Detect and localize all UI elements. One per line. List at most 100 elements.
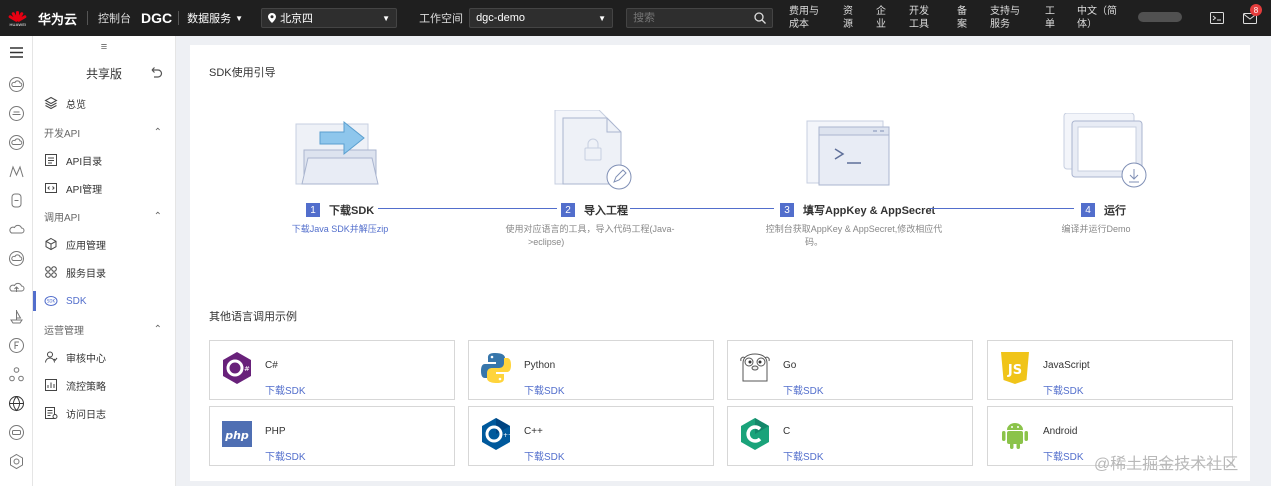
network-icon[interactable] bbox=[8, 366, 25, 383]
logo-text: HUAWEI bbox=[9, 22, 27, 27]
cloud-icon[interactable] bbox=[8, 76, 25, 93]
brand-name[interactable]: 华为云 bbox=[38, 9, 77, 28]
huawei-logo-petals bbox=[8, 9, 27, 23]
menu-tickets[interactable]: 工单 bbox=[1045, 5, 1055, 31]
step-1-download-link[interactable]: 下载Java SDK并解压zip bbox=[260, 223, 420, 236]
cloud-icon[interactable] bbox=[8, 250, 25, 267]
console-link[interactable]: 控制台 bbox=[98, 10, 131, 26]
language-name: JavaScript bbox=[1043, 360, 1090, 371]
sidebar-item-label: API目录 bbox=[66, 156, 103, 168]
hexagon-icon[interactable] bbox=[8, 453, 25, 470]
workspace-select[interactable]: dgc-demo ▼ bbox=[469, 8, 614, 28]
language-name: C++ bbox=[524, 426, 543, 437]
sidebar-item-label: 访问日志 bbox=[66, 409, 106, 421]
download-sdk-link[interactable]: 下载SDK bbox=[783, 448, 824, 463]
product-name[interactable]: DGC bbox=[141, 10, 172, 26]
terminal-icon[interactable] bbox=[1209, 10, 1225, 26]
go-gopher-icon bbox=[740, 353, 770, 382]
cloud-icon[interactable] bbox=[8, 221, 25, 238]
menu-dev-tools[interactable]: 开发 工具 bbox=[909, 5, 929, 31]
step-connector bbox=[378, 208, 557, 209]
sdk-card-cpp[interactable]: ++ C++ 下载SDK bbox=[468, 406, 714, 466]
download-sdk-link[interactable]: 下载SDK bbox=[524, 448, 565, 463]
sidebar-item-label: API管理 bbox=[66, 184, 103, 196]
menu-resources[interactable]: 资源 bbox=[843, 5, 853, 31]
menu-icon[interactable] bbox=[8, 44, 25, 61]
svg-text:JS: JS bbox=[1007, 363, 1022, 378]
sidebar-item-service-catalog[interactable]: 服务目录 bbox=[33, 262, 176, 282]
download-sdk-link[interactable]: 下载SDK bbox=[265, 382, 306, 397]
step-label: 下载SDK bbox=[329, 205, 375, 217]
sidebar-item-app-manage[interactable]: 应用管理 bbox=[33, 234, 176, 254]
user-check-icon bbox=[45, 351, 58, 363]
download-sdk-link[interactable]: 下载SDK bbox=[265, 448, 306, 463]
javascript-icon: JS bbox=[1001, 352, 1029, 384]
cloud-icon[interactable] bbox=[8, 105, 25, 122]
sidebar-item-api-catalog[interactable]: API目录 bbox=[33, 150, 176, 170]
service-dropdown[interactable]: 数据服务 ▼ bbox=[187, 10, 243, 26]
sidebar-item-sdk[interactable]: SDK SDK bbox=[33, 291, 176, 311]
menu-language[interactable]: 中文（简 体） bbox=[1077, 5, 1117, 31]
search-input[interactable] bbox=[633, 12, 744, 24]
language-name: PHP bbox=[265, 426, 286, 437]
region-value: 北京四 bbox=[280, 13, 314, 25]
undo-icon[interactable] bbox=[149, 65, 163, 79]
sidebar-item-api-manage[interactable]: API管理 bbox=[33, 178, 176, 198]
service-icon-rail bbox=[0, 36, 33, 486]
grid-icon bbox=[45, 266, 57, 278]
service-label: 数据服务 bbox=[187, 13, 232, 25]
chart-icon[interactable] bbox=[8, 163, 25, 180]
sdk-card-c[interactable]: C 下载SDK bbox=[727, 406, 973, 466]
badge-icon[interactable] bbox=[8, 424, 25, 441]
list-icon bbox=[45, 154, 57, 166]
divider bbox=[87, 11, 89, 25]
menu-icp[interactable]: 备案 bbox=[957, 5, 967, 31]
sidebar-item-flow-policy[interactable]: 流控策略 bbox=[33, 375, 176, 395]
search-box[interactable] bbox=[626, 8, 774, 28]
sidebar-group-ops[interactable]: 运营管理 ⌃ bbox=[33, 321, 176, 337]
sdk-card-php[interactable]: php PHP 下载SDK bbox=[209, 406, 455, 466]
download-sdk-link[interactable]: 下载SDK bbox=[524, 382, 565, 397]
download-sdk-link[interactable]: 下载SDK bbox=[783, 382, 824, 397]
python-icon bbox=[481, 353, 511, 383]
database-icon[interactable] bbox=[8, 192, 25, 209]
svg-text:#: # bbox=[244, 365, 250, 373]
cloud-upload-icon[interactable] bbox=[8, 279, 25, 296]
menu-enterprise[interactable]: 企业 bbox=[876, 5, 886, 31]
cpp-icon: ++ bbox=[482, 418, 512, 450]
username[interactable] bbox=[1138, 12, 1182, 22]
download-sdk-link[interactable]: 下载SDK bbox=[1043, 448, 1084, 463]
cloud-icon[interactable] bbox=[8, 134, 25, 151]
region-select[interactable]: 北京四 ▼ bbox=[261, 8, 398, 28]
sidebar-item-access-log[interactable]: 访问日志 bbox=[33, 403, 176, 423]
menu-support[interactable]: 支持与 服务 bbox=[990, 5, 1020, 31]
description-line: 码。 bbox=[805, 237, 824, 247]
sidebar-group-call-api[interactable]: 调用API ⌃ bbox=[33, 208, 176, 224]
description-line: 使用对应语言的工具，导入代码工程(Java- bbox=[505, 224, 675, 234]
step-number: 2 bbox=[561, 203, 575, 217]
sdk-card-javascript[interactable]: JS JavaScript 下载SDK bbox=[987, 340, 1233, 400]
import-project-illustration bbox=[554, 110, 632, 190]
android-icon bbox=[1002, 423, 1028, 449]
sidebar-collapse-icon[interactable]: ≡ bbox=[33, 36, 175, 58]
globe-icon[interactable] bbox=[8, 395, 25, 412]
sdk-card-csharp[interactable]: # C# 下载SDK bbox=[209, 340, 455, 400]
sidebar-item-label: 服务目录 bbox=[66, 268, 106, 280]
sdk-card-go[interactable]: Go 下载SDK bbox=[727, 340, 973, 400]
sdk-card-python[interactable]: Python 下载SDK bbox=[468, 340, 714, 400]
chevron-up-icon: ⌃ bbox=[153, 323, 162, 335]
c-language-icon bbox=[741, 418, 769, 450]
step-label: 运行 bbox=[1104, 205, 1126, 217]
download-sdk-link[interactable]: 下载SDK bbox=[1043, 382, 1084, 397]
sidebar-item-overview[interactable]: 总览 bbox=[33, 93, 176, 113]
sidebar-item-audit[interactable]: 审核中心 bbox=[33, 347, 176, 367]
ship-icon[interactable] bbox=[8, 308, 25, 325]
circle-f-icon[interactable] bbox=[8, 337, 25, 354]
log-icon bbox=[45, 407, 58, 419]
step-3: 3 填写AppKey & AppSecret bbox=[780, 202, 935, 218]
language-name: Android bbox=[1043, 426, 1078, 437]
huawei-logo[interactable]: HUAWEI bbox=[5, 5, 31, 31]
search-icon[interactable] bbox=[754, 12, 767, 24]
sidebar-group-dev-api[interactable]: 开发API ⌃ bbox=[33, 124, 176, 140]
menu-billing[interactable]: 费用与 成本 bbox=[789, 5, 819, 31]
